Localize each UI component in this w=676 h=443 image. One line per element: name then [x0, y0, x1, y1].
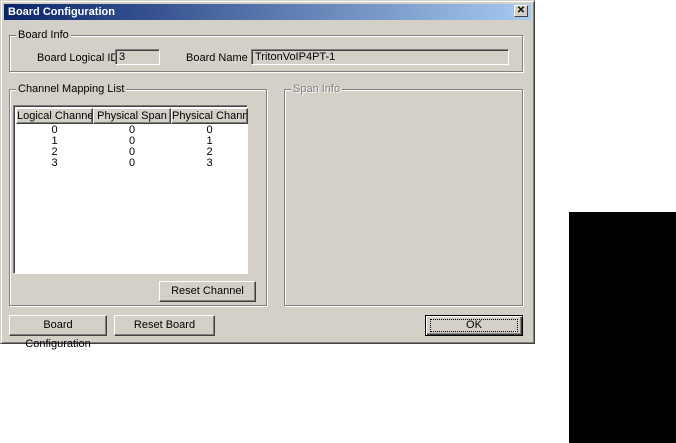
list-header: Logical Channel Physical Span Physical C… — [16, 108, 248, 124]
close-icon[interactable]: ✕ — [514, 5, 528, 17]
logical-channel-cell: 3 — [51, 157, 58, 169]
channel-mapping-list[interactable]: Logical Channel Physical Span Physical C… — [13, 105, 248, 274]
reset-board-button[interactable]: Reset Board — [114, 315, 215, 336]
physical-channel-cell: 3 — [206, 157, 213, 169]
ok-button[interactable]: OK — [425, 315, 523, 336]
black-panel — [569, 212, 676, 443]
physical-span-cell: 0 — [128, 157, 136, 169]
board-name-label: Board Name — [186, 52, 248, 64]
list-rows: 0 0 0 1 0 1 2 0 2 3 0 3 — [16, 125, 248, 169]
board-logical-id-label: Board Logical ID — [37, 52, 119, 64]
channel-mapping-legend: Channel Mapping List — [16, 83, 127, 96]
column-logical-channel[interactable]: Logical Channel — [16, 108, 93, 124]
board-configuration-dialog: Board Configuration ✕ Board Info Board L… — [0, 0, 535, 350]
board-logical-id-field[interactable]: 3 — [115, 49, 160, 65]
focus-rect — [430, 319, 518, 332]
board-configuration-button[interactable]: Board Configuration — [9, 315, 107, 350]
board-info-legend: Board Info — [16, 29, 71, 42]
table-row[interactable]: 3 0 3 — [16, 158, 248, 169]
span-info-group: Span Info — [284, 83, 523, 306]
reset-channel-button[interactable]: Reset Channel — [159, 281, 256, 302]
window-title: Board Configuration — [8, 6, 115, 18]
span-info-legend: Span Info — [291, 83, 343, 96]
title-bar[interactable]: Board Configuration ✕ — [4, 4, 531, 20]
board-name-field[interactable]: TritonVoIP4PT-1 — [251, 49, 509, 65]
column-physical-channel[interactable]: Physical Channel — [171, 108, 248, 124]
column-physical-span[interactable]: Physical Span — [93, 108, 171, 124]
